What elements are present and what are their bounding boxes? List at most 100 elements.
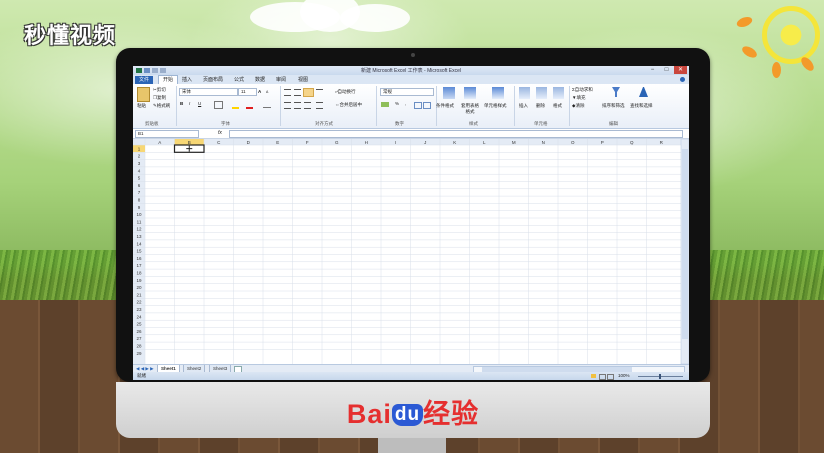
phonetic-icon[interactable]	[263, 102, 271, 108]
fill-color-icon[interactable]	[232, 107, 239, 109]
wrap-text-button[interactable]: ⤶自动换行	[335, 89, 356, 95]
row-header-23[interactable]: 23	[136, 307, 142, 312]
row-header-21[interactable]: 21	[136, 292, 142, 297]
bold-button[interactable]: B	[180, 101, 183, 106]
spreadsheet-grid[interactable]: A B C D E F G H I J K L M N O P Q R1234567891011121314151…	[133, 139, 689, 364]
format-cells-label[interactable]: 格式	[553, 103, 562, 109]
minimize-button[interactable]: −	[646, 66, 659, 74]
conditional-format-icon[interactable]	[443, 87, 455, 99]
column-header-J[interactable]: J	[424, 140, 426, 145]
italic-button[interactable]: I	[189, 101, 190, 106]
tab-view[interactable]: 视图	[298, 76, 308, 84]
autosum-button[interactable]: Σ自动求和	[572, 87, 593, 93]
tab-formulas[interactable]: 公式	[234, 76, 244, 84]
maximize-button[interactable]: □	[660, 66, 673, 74]
help-icon[interactable]	[680, 77, 685, 82]
font-name-select[interactable]: 宋体	[179, 88, 238, 96]
format-cells-icon[interactable]	[553, 87, 564, 99]
row-header-26[interactable]: 26	[136, 329, 142, 334]
page-layout-view-icon[interactable]	[599, 374, 606, 380]
currency-icon[interactable]	[381, 102, 389, 107]
sort-filter-label[interactable]: 排序和筛选	[602, 103, 625, 109]
column-header-B[interactable]: B	[188, 140, 191, 145]
align-middle-icon[interactable]	[294, 89, 301, 96]
grow-font-button[interactable]: A	[258, 89, 261, 94]
row-header-25[interactable]: 25	[136, 322, 142, 327]
tab-file[interactable]: 文件	[135, 76, 153, 84]
paste-icon[interactable]	[137, 87, 150, 102]
number-format-select[interactable]: 常规	[380, 88, 434, 96]
row-header-13[interactable]: 13	[136, 234, 142, 239]
conditional-format-label[interactable]: 条件格式	[436, 103, 454, 109]
row-header-16[interactable]: 16	[136, 256, 142, 261]
tab-page-layout[interactable]: 页面布局	[203, 76, 223, 84]
shrink-font-button[interactable]: A	[266, 90, 268, 94]
insert-cells-icon[interactable]	[519, 87, 530, 99]
tab-data[interactable]: 数据	[255, 76, 265, 84]
font-color-icon[interactable]	[246, 107, 253, 109]
merge-center-button[interactable]: ⇔合并后居中	[335, 102, 362, 108]
cell-styles-label[interactable]: 单元格样式	[484, 103, 507, 109]
align-top-icon[interactable]	[284, 89, 291, 96]
close-button[interactable]: ✕	[674, 66, 687, 74]
cell-styles-icon[interactable]	[492, 87, 504, 99]
percent-button[interactable]: %	[395, 101, 399, 106]
find-select-label[interactable]: 查找和选择	[630, 103, 653, 109]
row-header-28[interactable]: 28	[136, 344, 142, 349]
format-as-table-label[interactable]: 套用表格格式	[459, 103, 481, 115]
border-icon[interactable]	[214, 101, 223, 109]
row-header-11[interactable]: 11	[137, 219, 142, 224]
column-header-F[interactable]: F	[306, 140, 309, 145]
page-break-view-icon[interactable]	[607, 374, 614, 380]
name-box[interactable]: B1	[135, 130, 199, 138]
column-header-H[interactable]: H	[365, 140, 368, 145]
paste-label[interactable]: 粘贴	[137, 103, 146, 109]
find-select-icon[interactable]	[638, 86, 649, 98]
row-header-14[interactable]: 14	[136, 241, 142, 246]
row-header-10[interactable]: 10	[136, 212, 142, 217]
column-header-Q[interactable]: Q	[630, 140, 634, 145]
insert-function-button[interactable]: fx	[218, 130, 222, 136]
decrease-decimal-icon[interactable]	[423, 102, 431, 109]
column-header-P[interactable]: P	[601, 140, 604, 145]
align-left-icon[interactable]	[284, 102, 291, 109]
underline-button[interactable]: U	[198, 101, 201, 106]
row-header-19[interactable]: 19	[136, 278, 142, 283]
clear-button[interactable]: ◆清除	[572, 103, 584, 109]
column-header-N[interactable]: N	[542, 140, 545, 145]
delete-cells-icon[interactable]	[536, 87, 547, 99]
indent-icon[interactable]	[316, 102, 323, 109]
row-header-12[interactable]: 12	[136, 227, 142, 232]
sort-filter-icon[interactable]	[611, 86, 621, 98]
zoom-slider-thumb[interactable]	[659, 374, 661, 379]
format-painter-button[interactable]: ✎格式刷	[153, 103, 170, 109]
column-header-M[interactable]: M	[512, 140, 516, 145]
zoom-level[interactable]: 100%	[618, 372, 630, 380]
copy-button[interactable]: ❐复制	[153, 95, 166, 101]
fill-button[interactable]: ▼填充	[572, 95, 585, 101]
row-header-20[interactable]: 20	[136, 285, 142, 290]
insert-cells-label[interactable]: 插入	[519, 103, 528, 109]
column-header-O[interactable]: O	[571, 140, 575, 145]
align-right-icon[interactable]	[304, 102, 311, 109]
row-header-24[interactable]: 24	[136, 314, 142, 319]
delete-cells-label[interactable]: 删除	[536, 103, 545, 109]
comma-button[interactable]: ,	[405, 101, 406, 106]
row-header-18[interactable]: 18	[136, 271, 142, 276]
row-header-17[interactable]: 17	[136, 263, 142, 268]
row-header-22[interactable]: 22	[136, 300, 142, 305]
align-bottom-icon[interactable]	[303, 88, 314, 97]
align-center-icon[interactable]	[294, 102, 301, 109]
formula-input[interactable]	[229, 130, 683, 138]
increase-decimal-icon[interactable]	[414, 102, 422, 109]
column-header-E[interactable]: E	[276, 140, 279, 145]
normal-view-icon[interactable]	[591, 374, 596, 378]
column-header-K[interactable]: K	[453, 140, 456, 145]
column-header-I[interactable]: I	[395, 140, 396, 145]
orientation-icon[interactable]	[316, 89, 323, 95]
row-header-27[interactable]: 27	[136, 336, 142, 341]
row-header-15[interactable]: 15	[136, 249, 142, 254]
font-size-select[interactable]: 11	[238, 88, 257, 96]
column-header-G[interactable]: G	[335, 140, 339, 145]
cut-button[interactable]: ✂剪切	[153, 87, 166, 93]
